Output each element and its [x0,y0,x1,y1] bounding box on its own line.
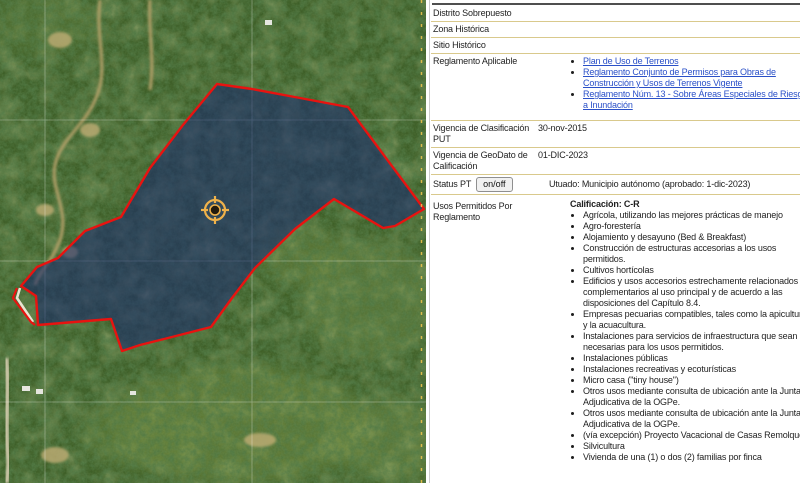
vigencia-geodato-label: Vigencia de GeoDato de Calificación [433,150,534,172]
vigencia-put-value: 30-nov-2015 [534,123,587,145]
list-item: Reglamento Conjunto de Permisos para Obr… [583,67,800,89]
usos-list: Agrícola, utilizando las mejores práctic… [570,210,800,463]
list-item: Otros usos mediante consulta de ubicació… [583,408,800,430]
row-reglamento-aplicable: Reglamento Aplicable Plan de Uso de Terr… [431,54,800,121]
map-canvas [0,0,426,483]
road [6,358,9,483]
reglamento-label: Reglamento Aplicable [433,54,570,111]
calificacion-heading: Calificación: C-R [570,199,800,210]
list-item: Agro-forestería [583,221,800,232]
panel-top-border [432,3,800,5]
usos-label: Usos Permitidos Por Reglamento [433,199,570,463]
map-panel-divider [426,0,430,483]
row-label: Distrito Sobrepuesto [433,8,512,18]
list-item: Alojamiento y desayuno (Bed & Breakfast) [583,232,800,243]
link-reglamento-num13[interactable]: Reglamento Núm. 13 - Sobre Áreas Especia… [583,89,800,110]
satellite-map[interactable] [0,0,426,483]
row-vigencia-clasificacion: Vigencia de Clasificación PUT 30-nov-201… [431,121,800,148]
list-item: Instalaciones recreativas y ecoturística… [583,364,800,375]
parcel-info-panel: Distrito Sobrepuesto Zona Histórica Siti… [431,0,800,483]
list-item: Micro casa ("tiny house") [583,375,800,386]
status-pt-label: Status PT [433,179,471,190]
status-pt-value: Utuado: Municipio autónomo (aprobado: 1-… [549,179,750,190]
list-item: Instalaciones públicas [583,353,800,364]
list-item: Otros usos mediante consulta de ubicació… [583,386,800,408]
link-plan-uso-terrenos[interactable]: Plan de Uso de Terrenos [583,56,678,66]
list-item: (vía excepción) Proyecto Vacacional de C… [583,430,800,441]
status-onoff-button[interactable]: on/off [476,177,512,192]
list-item: Construcción de estructuras accesorias a… [583,243,800,265]
list-item: Edificios y usos accesorios estrechament… [583,276,800,309]
row-vigencia-geodato: Vigencia de GeoDato de Calificación 01-D… [431,148,800,175]
list-item: Cultivos hortícolas [583,265,800,276]
list-item: Silvicultura [583,441,800,452]
vigencia-geodato-value: 01-DIC-2023 [534,150,588,172]
list-item: Empresas pecuarias compatibles, tales co… [583,309,800,331]
row-label: Sitio Histórico [433,40,486,50]
list-item: Agrícola, utilizando las mejores práctic… [583,210,800,221]
link-reglamento-conjunto[interactable]: Reglamento Conjunto de Permisos para Obr… [583,67,776,88]
row-usos-permitidos: Usos Permitidos Por Reglamento Calificac… [431,195,800,463]
vigencia-put-label: Vigencia de Clasificación PUT [433,123,534,145]
list-item: Instalaciones para servicios de infraest… [583,331,800,353]
list-item: Reglamento Núm. 13 - Sobre Áreas Especia… [583,89,800,111]
row-label: Zona Histórica [433,24,489,34]
row-status-pt: Status PT on/off Utuado: Municipio autón… [431,175,800,195]
row-sitio-historico: Sitio Histórico [431,38,800,54]
list-item: Plan de Uso de Terrenos [583,56,800,67]
row-distrito-sobrepuesto: Distrito Sobrepuesto [431,6,800,22]
reglamento-links-list: Plan de Uso de Terrenos Reglamento Conju… [570,56,800,111]
list-item: Vivienda de una (1) o dos (2) familias p… [583,452,800,463]
row-zona-historica: Zona Histórica [431,22,800,38]
